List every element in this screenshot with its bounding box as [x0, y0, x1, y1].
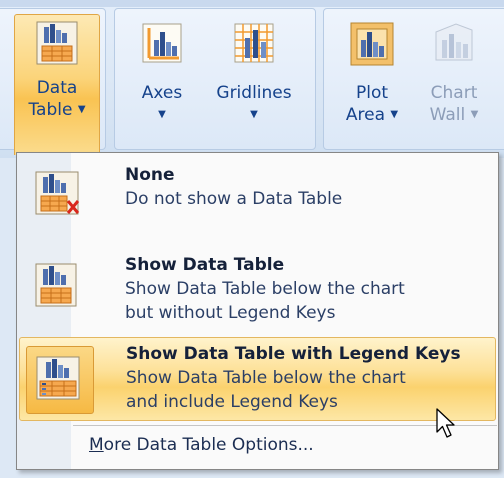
menu-item-none[interactable]: None Do not show a Data Table	[19, 157, 494, 239]
mouse-pointer-icon	[436, 408, 458, 444]
chevron-down-icon: ▼	[470, 109, 479, 120]
more-options-label: ore Data Table Options...	[103, 435, 314, 455]
gridlines-label: Gridlines	[216, 83, 292, 103]
plot-area-icon	[350, 22, 394, 66]
gridlines-icon	[233, 22, 275, 64]
chart-wall-label-2: Wall	[429, 105, 466, 125]
data-table-legend-keys-icon	[36, 356, 82, 406]
menu-item-title: None	[125, 165, 175, 185]
axes-button[interactable]: Axes ▼	[124, 14, 200, 144]
data-table-label-2: Table	[28, 100, 73, 120]
chevron-down-icon: ▼	[77, 104, 86, 115]
chart-wall-icon	[432, 22, 476, 66]
menu-item-desc: but without Legend Keys	[125, 303, 336, 323]
menu-item-show-data-table[interactable]: Show Data Table Show Data Table below th…	[19, 249, 494, 333]
menu-item-title: Show Data Table with Legend Keys	[126, 344, 461, 364]
chevron-down-icon: ▼	[390, 109, 399, 120]
axes-label: Axes	[141, 83, 183, 103]
menu-item-desc: Show Data Table below the chart	[125, 279, 405, 299]
plot-area-label-2: Area	[345, 105, 385, 125]
axes-icon	[141, 22, 183, 64]
no-data-table-icon	[35, 171, 81, 221]
plot-area-button[interactable]: Plot Area ▼	[334, 14, 410, 144]
chevron-down-icon: ▼	[250, 109, 258, 120]
data-table-button[interactable]: Data Table ▼	[14, 14, 100, 155]
chevron-down-icon: ▼	[158, 109, 166, 120]
menu-item-desc: Show Data Table below the chart	[126, 368, 406, 388]
menu-separator	[73, 425, 497, 426]
gridlines-button[interactable]: Gridlines ▼	[204, 14, 304, 144]
menu-item-desc: and include Legend Keys	[126, 392, 338, 412]
plot-area-label-1: Plot	[355, 83, 389, 103]
menu-item-title: Show Data Table	[125, 255, 285, 275]
data-table-icon	[36, 21, 78, 65]
show-data-table-icon	[35, 263, 79, 313]
accelerator-key: M	[89, 435, 104, 455]
data-table-menu: None Do not show a Data Table Show Data …	[16, 152, 499, 470]
ribbon: Data Table ▼ Axes ▼ Gridlines ▼ Plot Are…	[0, 0, 504, 158]
data-table-label-1: Data	[36, 78, 78, 98]
menu-item-desc: Do not show a Data Table	[125, 189, 343, 209]
more-data-table-options[interactable]: More Data Table Options...	[89, 435, 314, 455]
chart-wall-button[interactable]: Chart Wall ▼	[414, 14, 494, 144]
menu-item-show-data-table-legend-keys[interactable]: Show Data Table with Legend Keys Show Da…	[19, 337, 496, 421]
chart-wall-label-1: Chart	[430, 83, 478, 103]
ribbon-top-border	[0, 0, 504, 7]
